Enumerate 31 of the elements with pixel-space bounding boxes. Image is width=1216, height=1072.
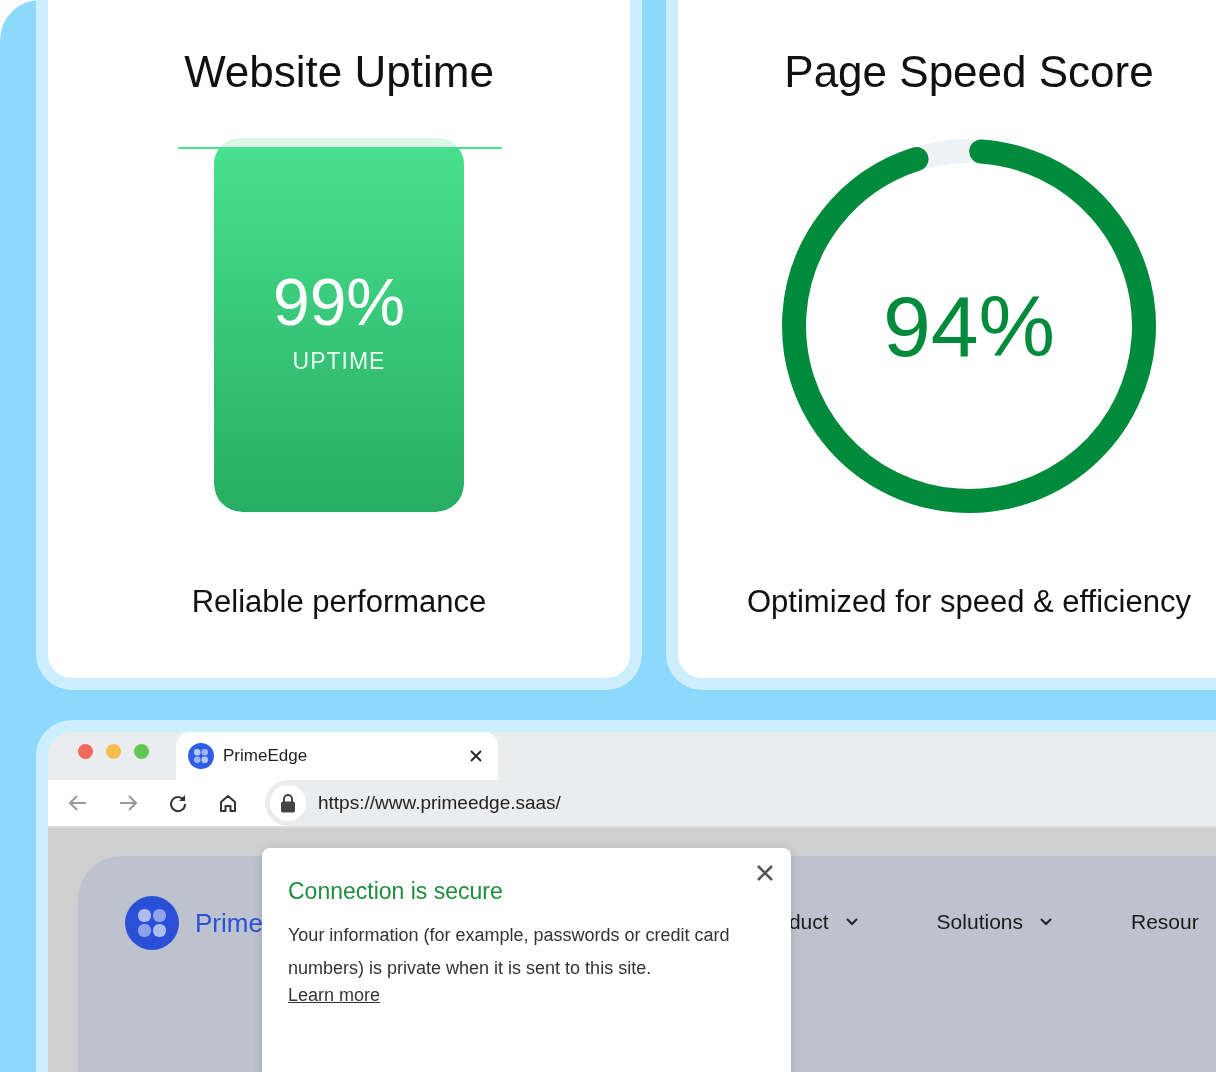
home-icon[interactable] bbox=[218, 793, 238, 813]
chevron-down-icon bbox=[1039, 917, 1053, 927]
close-icon[interactable] bbox=[756, 864, 774, 882]
card-title: Page Speed Score bbox=[784, 46, 1154, 98]
card-caption: Optimized for speed & efficiency bbox=[747, 584, 1191, 620]
lock-button[interactable] bbox=[270, 785, 306, 821]
learn-more-link[interactable]: Learn more bbox=[288, 985, 381, 1006]
logo-icon bbox=[188, 743, 214, 769]
close-window-button[interactable] bbox=[78, 744, 93, 759]
reload-icon[interactable] bbox=[168, 793, 188, 813]
card-title: Website Uptime bbox=[184, 46, 494, 98]
nav-menu-item[interactable]: Solutions bbox=[936, 910, 1053, 934]
lock-icon bbox=[280, 793, 296, 813]
popup-text: Your information (for example, passwords or credit card numbers) is private when it is sent to this site. bbox=[288, 924, 731, 980]
back-icon[interactable] bbox=[68, 793, 88, 813]
uptime-label: UPTIME bbox=[292, 348, 386, 376]
address-bar[interactable]: https://www.primeedge.saas/ bbox=[265, 780, 1216, 826]
nav-menu-item[interactable]: Resour bbox=[1131, 910, 1199, 934]
tab-title: PrimeEdge bbox=[223, 746, 309, 766]
uptime-value: 99% bbox=[272, 266, 406, 339]
browser-tab[interactable]: PrimeEdge bbox=[176, 732, 498, 780]
forward-icon[interactable] bbox=[118, 793, 138, 813]
chevron-down-icon bbox=[844, 917, 859, 927]
url-text: https://www.primeedge.saas/ bbox=[318, 792, 561, 814]
nav-menu-item[interactable]: duct bbox=[788, 910, 859, 934]
score-value: 94% bbox=[882, 276, 1056, 376]
brand-name[interactable]: Prime bbox=[195, 908, 263, 939]
card-caption: Reliable performance bbox=[191, 584, 487, 620]
logo-icon[interactable] bbox=[125, 896, 179, 950]
popup-title: Connection is secure bbox=[288, 878, 504, 905]
close-icon[interactable] bbox=[470, 750, 482, 762]
